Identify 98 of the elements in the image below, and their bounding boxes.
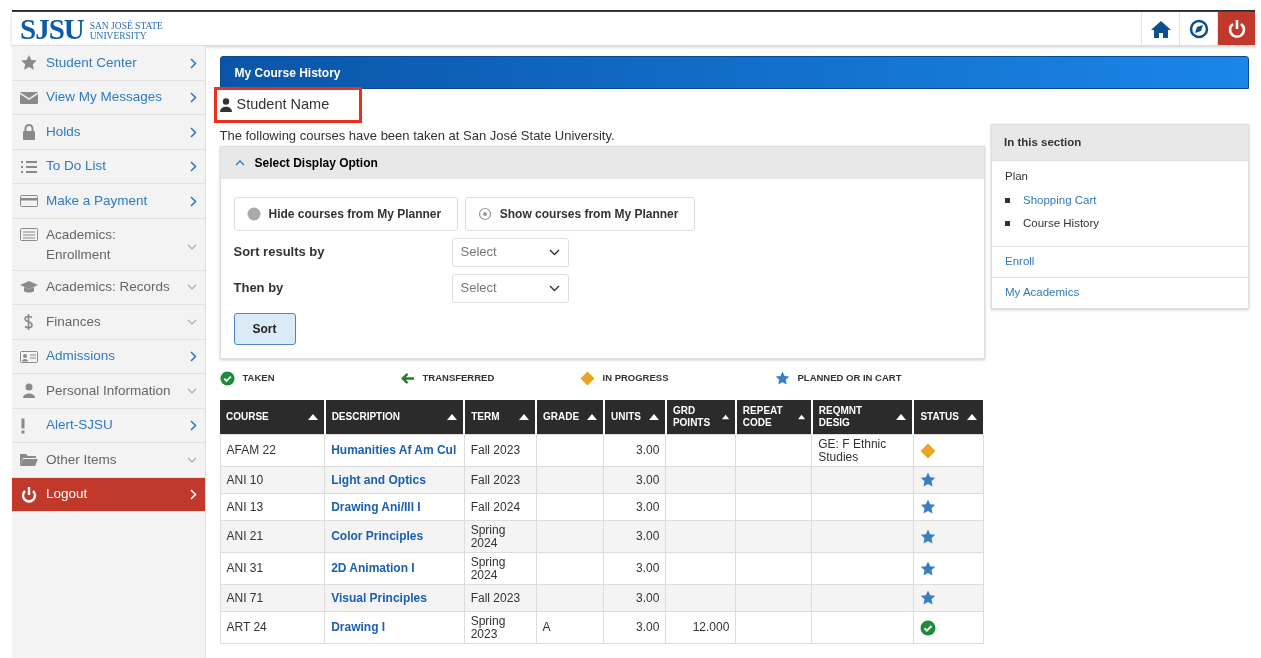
panel-title: In this section [992, 125, 1248, 162]
diamond-icon [579, 370, 595, 386]
chevron-down-icon [548, 248, 560, 256]
table-cell-text: Spring 2024 [470, 524, 507, 549]
radio-option[interactable]: Show courses from My Planner [464, 196, 696, 231]
table-cell: ANI 21 [226, 529, 264, 544]
column-header[interactable]: STATUS [920, 410, 959, 423]
sort-arrow-icon[interactable] [648, 413, 659, 420]
logo-text: SJSU [19, 12, 84, 45]
chevron-right-icon [189, 161, 197, 173]
table-cell: ART 24 [226, 620, 267, 635]
star-icon [774, 370, 790, 386]
sort-arrow-icon[interactable] [896, 413, 907, 420]
table-cell: ANI 13 [226, 499, 264, 514]
chevron-right-icon [189, 351, 197, 363]
sort-arrow-icon[interactable] [966, 413, 977, 420]
sort-button[interactable]: Sort [233, 312, 296, 345]
column-header[interactable]: TERM [471, 410, 500, 423]
chevron-down-icon [186, 243, 197, 251]
table-cell: Fall 2023 [470, 591, 521, 605]
column-header[interactable]: COURSE [226, 410, 269, 423]
table-cell: ANI 71 [226, 590, 264, 605]
select-field[interactable]: Select [451, 237, 569, 267]
table-cell: ANI 10 [226, 472, 264, 487]
sort-arrow-icon[interactable] [519, 413, 529, 420]
chevron-right-icon [189, 489, 197, 501]
chevron-down-icon [186, 318, 197, 326]
person-icon [20, 382, 38, 401]
table-cell: 3.00 [636, 590, 660, 605]
arrow-left-icon [399, 370, 415, 386]
sort-arrow-icon[interactable] [307, 413, 318, 420]
table-cell: 3.00 [636, 620, 660, 635]
chevron-up-icon [234, 159, 245, 166]
legend-label: TAKEN [242, 370, 275, 385]
person-icon [219, 97, 232, 112]
current-page-text: Course History [1023, 216, 1100, 232]
chevron-down-icon [548, 284, 560, 292]
chevron-right-icon [189, 195, 197, 207]
sort-arrow-icon[interactable] [447, 413, 458, 420]
table-cell: A [542, 620, 551, 635]
chevron-down-icon [186, 456, 197, 464]
power-icon [1226, 18, 1247, 39]
course-link[interactable]: Drawing I [331, 620, 386, 635]
table-cell-text: Spring 2024 [470, 556, 507, 581]
group-label: Plan [1005, 168, 1030, 184]
legend-label: PLANNED OR IN CART [797, 370, 902, 385]
section-link[interactable]: Shopping Cart [1023, 191, 1097, 209]
compass-button[interactable] [1179, 12, 1217, 45]
table-cell-text: Spring 2023 [470, 615, 507, 640]
section-header[interactable]: Select Display Option [220, 146, 984, 179]
chevron-down-icon [186, 387, 197, 395]
section-link[interactable]: Enroll [1005, 255, 1035, 267]
section-link[interactable]: My Academics [1005, 286, 1080, 299]
document-icon [20, 225, 38, 244]
logo-subtitle: SAN JOSÉ STATE [89, 20, 163, 31]
table-cell: 3.00 [636, 529, 660, 544]
select-field[interactable]: Select [451, 273, 569, 303]
column-header[interactable]: GRADE [543, 410, 580, 423]
page-title: My Course History [219, 56, 1249, 89]
exclamation-icon [20, 417, 26, 434]
column-header[interactable]: DESCRIPTION [331, 410, 400, 423]
chevron-right-icon [189, 126, 197, 138]
sort-arrow-icon[interactable] [721, 413, 729, 420]
chevron-right-icon [189, 420, 197, 432]
power-button[interactable] [1217, 12, 1255, 45]
bullet-icon [1005, 221, 1010, 227]
lock-icon [20, 123, 38, 142]
chevron-down-icon [186, 284, 197, 292]
sort-arrow-icon[interactable] [586, 413, 597, 420]
compass-icon [1188, 18, 1209, 39]
bullet-icon [1005, 197, 1010, 203]
table-cell: Fall 2023 [470, 444, 521, 457]
legend-label: TRANSFERRED [422, 370, 495, 385]
power-icon [20, 485, 38, 504]
sort-arrow-icon[interactable] [797, 413, 805, 420]
radio-option[interactable]: Hide courses from My Planner [233, 196, 459, 231]
table-cell: 3.00 [636, 472, 660, 487]
table-cell: AFAM 22 [226, 443, 276, 458]
chevron-right-icon [189, 92, 197, 104]
table-cell: Fall 2023 [470, 473, 521, 487]
student-name: Student Name [213, 87, 363, 123]
table-cell: 3.00 [636, 561, 660, 576]
home-icon [1150, 19, 1171, 38]
table-cell-text: GE: F Ethnic Studies [818, 438, 888, 463]
table-cell: 12.000 [692, 620, 730, 635]
table-cell: 3.00 [636, 443, 660, 458]
intro-text: The following courses have been taken at San José State University. [219, 127, 616, 145]
check-circle-icon [219, 370, 235, 386]
chevron-right-icon [189, 57, 197, 69]
legend-label: IN PROGRESS [602, 370, 669, 385]
table-cell: ANI 31 [226, 561, 264, 576]
table-cell: 3.00 [636, 499, 660, 514]
logo-subtitle: UNIVERSITY [89, 30, 148, 41]
table-cell: Fall 2024 [470, 500, 521, 514]
home-button[interactable] [1141, 12, 1179, 45]
field-label: Then by [233, 279, 285, 298]
field-label: Sort results by [233, 243, 326, 262]
column-header[interactable]: UNITS [610, 410, 641, 423]
